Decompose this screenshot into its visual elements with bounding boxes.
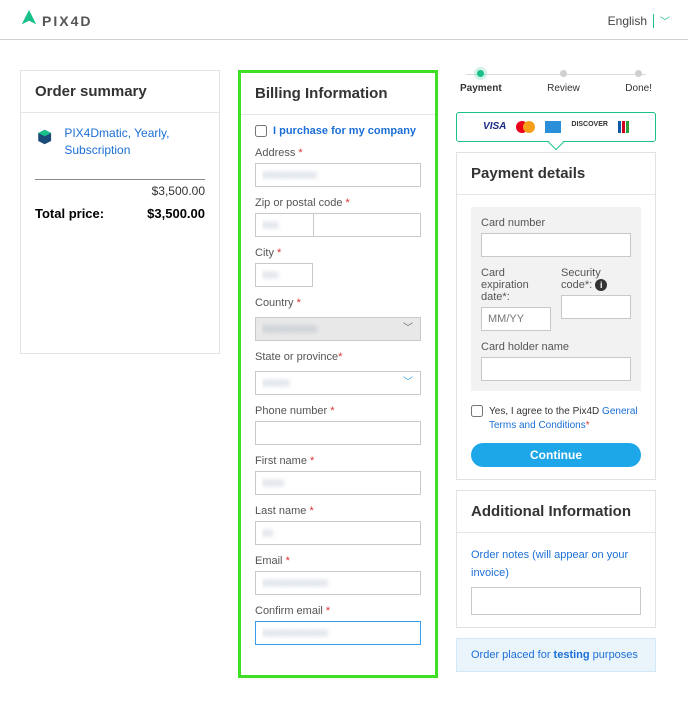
- state-label: State or province: [255, 351, 338, 363]
- step-review: Review: [547, 70, 580, 94]
- order-summary-card: Order summary PIX4Dmatic, Yearly, Subscr…: [20, 70, 220, 354]
- header-bar: PIX4D English ﹀: [0, 0, 688, 40]
- step-done: Done!: [625, 70, 652, 94]
- mastercard-icon: [516, 121, 535, 133]
- info-icon[interactable]: i: [595, 279, 607, 291]
- lastname-input[interactable]: [255, 521, 421, 545]
- continue-button[interactable]: Continue: [471, 443, 641, 467]
- email-label: Email: [255, 555, 283, 567]
- logo: PIX4D: [18, 8, 92, 33]
- product-icon: [35, 125, 54, 149]
- billing-title: Billing Information: [241, 73, 435, 115]
- firstname-label: First name: [255, 455, 307, 467]
- exp-label: Card expiration date*:: [481, 267, 551, 303]
- firstname-input[interactable]: [255, 471, 421, 495]
- billing-highlight-box: Billing Information I purchase for my co…: [238, 70, 438, 678]
- confirm-email-label: Confirm email: [255, 605, 323, 617]
- address-label: Address: [255, 147, 295, 159]
- brand-text: PIX4D: [42, 13, 92, 29]
- jcb-icon: [618, 121, 629, 133]
- billing-card: Billing Information I purchase for my co…: [241, 73, 435, 675]
- zip-input[interactable]: [255, 213, 313, 237]
- language-selector[interactable]: English ﹀: [608, 13, 670, 28]
- discover-icon: DISCOVER: [571, 121, 608, 133]
- amex-icon: [545, 121, 561, 133]
- lastname-label: Last name: [255, 505, 306, 517]
- city-input[interactable]: [255, 263, 313, 287]
- state-select[interactable]: [255, 371, 421, 395]
- zip-input-2[interactable]: [313, 213, 421, 237]
- terms-checkbox[interactable]: [471, 405, 483, 417]
- phone-input[interactable]: [255, 421, 421, 445]
- step-payment: Payment: [460, 70, 502, 94]
- confirm-email-input[interactable]: [255, 621, 421, 645]
- additional-title: Additional Information: [457, 491, 655, 533]
- payment-methods-box: VISA DISCOVER: [456, 112, 656, 142]
- card-exp-input[interactable]: [481, 307, 551, 331]
- terms-text: Yes, I agree to the Pix4D General Terms …: [489, 405, 641, 433]
- card-holder-input[interactable]: [481, 357, 631, 381]
- address-input[interactable]: [255, 163, 421, 187]
- order-item: PIX4Dmatic, Yearly, Subscription: [35, 125, 205, 159]
- card-number-label: Card number: [481, 217, 631, 229]
- payment-details-card: Payment details Card number Card expirat…: [456, 152, 656, 480]
- chevron-down-icon: ﹀: [660, 13, 670, 28]
- additional-info-card: Additional Information Order notes (will…: [456, 490, 656, 628]
- phone-label: Phone number: [255, 405, 327, 417]
- order-notes-label: Order notes (will appear on your invoice…: [471, 549, 628, 579]
- total-value: $3,500.00: [147, 206, 205, 221]
- zip-label: Zip or postal code: [255, 197, 342, 209]
- separator: [653, 14, 654, 28]
- company-purchase-label: I purchase for my company: [273, 125, 416, 137]
- country-select[interactable]: [255, 317, 421, 341]
- language-label: English: [608, 14, 647, 28]
- order-item-name: PIX4Dmatic, Yearly, Subscription: [64, 125, 205, 159]
- item-price: $3,500.00: [35, 179, 205, 198]
- city-label: City: [255, 247, 274, 259]
- email-input[interactable]: [255, 571, 421, 595]
- holder-label: Card holder name: [481, 341, 631, 353]
- order-notes-input[interactable]: [471, 587, 641, 615]
- step-dot-icon: [635, 70, 642, 77]
- checkout-progress: Payment Review Done!: [456, 70, 656, 94]
- country-label: Country: [255, 297, 294, 309]
- logo-mark-icon: [18, 8, 40, 33]
- order-summary-title: Order summary: [21, 71, 219, 113]
- step-dot-icon: [477, 70, 484, 77]
- card-cvc-input[interactable]: [561, 295, 631, 319]
- card-number-input[interactable]: [481, 233, 631, 257]
- visa-icon: VISA: [483, 121, 506, 133]
- total-label: Total price:: [35, 206, 104, 221]
- testing-banner: Order placed for testing purposes: [456, 638, 656, 672]
- payment-details-title: Payment details: [457, 153, 655, 195]
- step-dot-icon: [560, 70, 567, 77]
- company-purchase-checkbox[interactable]: [255, 125, 267, 137]
